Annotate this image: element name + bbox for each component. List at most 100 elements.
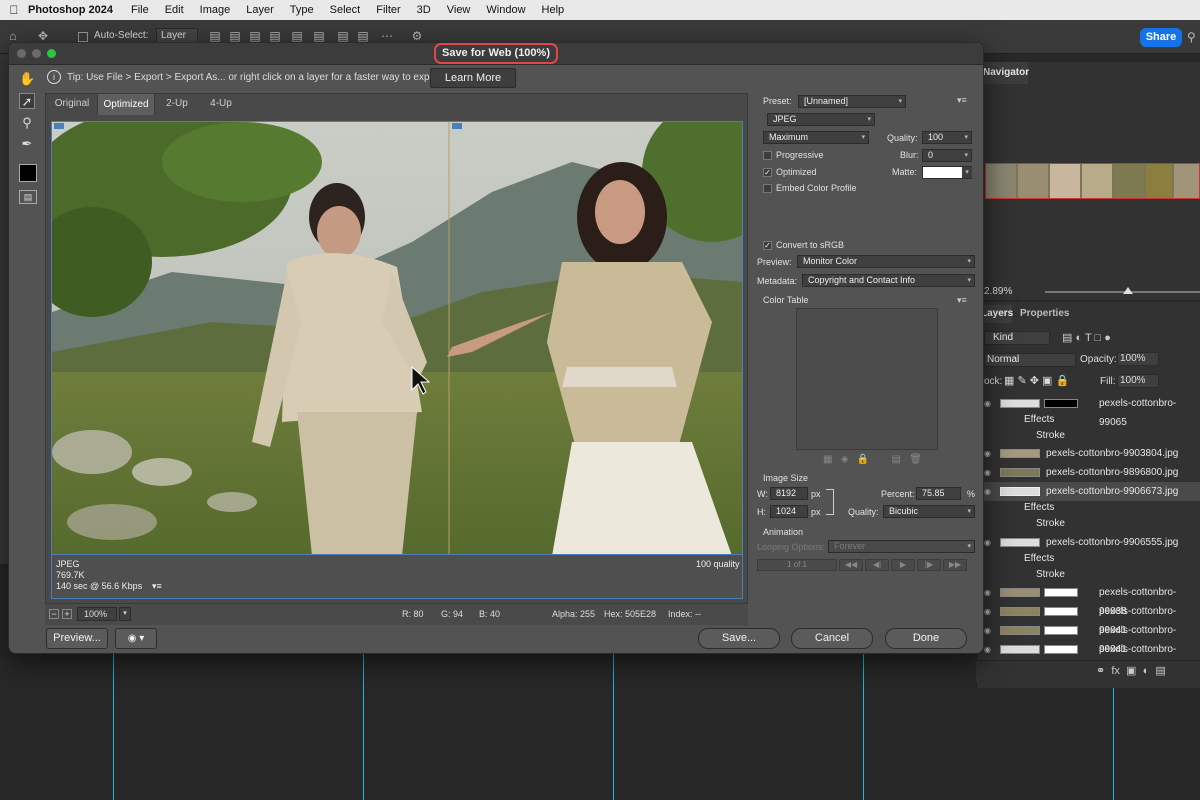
tab-4-up[interactable]: 4-Up bbox=[199, 93, 243, 115]
matte-color-select[interactable]: ▾ bbox=[922, 166, 972, 179]
apple-icon[interactable]:  bbox=[0, 3, 28, 17]
hand-tool-icon[interactable]: ✋ bbox=[19, 71, 35, 87]
fx-icon[interactable]: fx bbox=[1111, 665, 1120, 677]
optimized-image-preview[interactable] bbox=[51, 121, 743, 555]
move-tool-icon[interactable]: ✥ bbox=[36, 29, 50, 43]
layer-row[interactable]: ◉ pexels-cottonbro-9906555.jpg bbox=[984, 533, 1200, 552]
browser-preview-dropdown[interactable]: ◉ ▾ bbox=[115, 628, 157, 649]
align-top-icon[interactable]: ▤ bbox=[268, 29, 282, 43]
layer-row[interactable]: ◉ pexels-cottonbro-9896800.jpg bbox=[984, 463, 1200, 482]
navigator-thumbnail[interactable] bbox=[985, 163, 1200, 199]
zoom-dropdown-icon[interactable]: ▾ bbox=[119, 607, 131, 621]
next-frame-button[interactable]: |▶ bbox=[917, 559, 941, 571]
preview-button[interactable]: Preview... bbox=[46, 628, 108, 649]
menu-file[interactable]: File bbox=[131, 4, 149, 16]
gear-icon[interactable]: ⚙ bbox=[410, 29, 424, 43]
looping-options-select[interactable]: Forever ▾ bbox=[828, 540, 975, 553]
eyedropper-tool-icon[interactable]: ✒ bbox=[19, 136, 35, 152]
color-table-tools-icons[interactable]: ▦ ◈ 🔒 ▤ 🗑 bbox=[823, 454, 922, 465]
opacity-input[interactable]: 100% bbox=[1117, 352, 1159, 366]
eye-icon[interactable]: ◉ bbox=[984, 533, 991, 552]
adjustment-icon[interactable]: ◐ bbox=[1143, 665, 1150, 677]
convert-srgb-checkbox[interactable]: ✓ bbox=[763, 241, 772, 250]
align-right-icon[interactable]: ▤ bbox=[248, 29, 262, 43]
resample-quality-select[interactable]: Bicubic ▾ bbox=[883, 505, 975, 518]
metadata-select[interactable]: Copyright and Contact Info ▾ bbox=[802, 274, 975, 287]
eyedropper-color-swatch[interactable] bbox=[19, 164, 37, 182]
height-input[interactable]: 1024 bbox=[770, 505, 808, 518]
optimized-checkbox[interactable]: ✓ bbox=[763, 168, 772, 177]
eye-icon[interactable]: ◉ bbox=[984, 482, 991, 501]
minimize-window-button[interactable] bbox=[32, 49, 41, 58]
embed-color-profile-checkbox[interactable] bbox=[763, 184, 772, 193]
layer-row[interactable]: ◉ pexels-cottonbro-99038 bbox=[984, 583, 1200, 617]
auto-select-checkbox[interactable] bbox=[78, 32, 88, 42]
folder-icon[interactable]: ▤ bbox=[1155, 665, 1165, 677]
tab-optimized[interactable]: Optimized bbox=[97, 93, 155, 115]
layer-row[interactable]: ◉pexels-cottonbro-99041 bbox=[984, 602, 1200, 636]
align-left-icon[interactable]: ▤ bbox=[208, 29, 222, 43]
lock-icons[interactable]: ▦ ✎ ✥ ▣ 🔒 bbox=[1004, 374, 1069, 387]
first-frame-button[interactable]: ◀◀ bbox=[839, 559, 863, 571]
home-icon[interactable]: ⌂ bbox=[6, 29, 20, 43]
quality-input[interactable]: 100 ▾ bbox=[922, 131, 972, 144]
preset-select[interactable]: [Unnamed] ▾ bbox=[798, 95, 906, 108]
menu-view[interactable]: View bbox=[447, 4, 471, 16]
color-table-menu-icon[interactable]: ▾≡ bbox=[957, 295, 967, 306]
align-bottom-icon[interactable]: ▤ bbox=[312, 29, 326, 43]
tab-original[interactable]: Original bbox=[47, 93, 97, 115]
layer-filter-kind[interactable]: Kind bbox=[984, 331, 1050, 345]
width-input[interactable]: 8192 bbox=[770, 487, 808, 500]
menu-select[interactable]: Select bbox=[330, 4, 361, 16]
menu-3d[interactable]: 3D bbox=[417, 4, 431, 16]
menu-filter[interactable]: Filter bbox=[376, 4, 400, 16]
play-button[interactable]: ▶ bbox=[891, 559, 915, 571]
last-frame-button[interactable]: ▶▶ bbox=[943, 559, 967, 571]
eye-icon[interactable]: ◉ bbox=[984, 394, 991, 413]
menu-image[interactable]: Image bbox=[200, 4, 231, 16]
tab-2-up[interactable]: 2-Up bbox=[155, 93, 199, 115]
prev-frame-button[interactable]: ◀| bbox=[865, 559, 889, 571]
progressive-checkbox[interactable] bbox=[763, 151, 772, 160]
learn-more-button[interactable]: Learn More bbox=[430, 68, 516, 88]
link-icon[interactable]: ⚭ bbox=[1096, 665, 1105, 677]
zoom-tool-icon[interactable]: ⚲ bbox=[19, 115, 35, 131]
toggle-slices-icon[interactable]: ▤ bbox=[19, 190, 37, 204]
layer-row[interactable]: ◉pexels-cottonbro-99041 bbox=[984, 640, 1200, 674]
constrain-proportions-link-icon[interactable] bbox=[826, 489, 834, 515]
color-table[interactable] bbox=[796, 308, 938, 450]
zoom-window-button[interactable] bbox=[47, 49, 56, 58]
eye-icon[interactable]: ◉ bbox=[984, 602, 991, 621]
slice-select-tool-icon[interactable]: ➚ bbox=[19, 93, 35, 109]
eye-icon[interactable]: ◉ bbox=[984, 444, 991, 463]
save-button[interactable]: Save... bbox=[698, 628, 780, 649]
search-icon[interactable]: ⚲ bbox=[1187, 30, 1196, 44]
navigator-zoom[interactable]: 2.89% bbox=[984, 286, 1012, 297]
eye-icon[interactable]: ◉ bbox=[984, 621, 991, 640]
menu-type[interactable]: Type bbox=[290, 4, 314, 16]
layer-row[interactable]: ◉ pexels-cottonbro-9903804.jpg bbox=[984, 444, 1200, 463]
mask-icon[interactable]: ▣ bbox=[1126, 665, 1136, 677]
zoom-level-input[interactable]: 100% bbox=[77, 607, 117, 621]
more-icon[interactable]: ⋯ bbox=[380, 29, 394, 43]
align-center-icon[interactable]: ▤ bbox=[228, 29, 242, 43]
blur-input[interactable]: 0 ▾ bbox=[922, 149, 972, 162]
eye-icon[interactable]: ◉ bbox=[984, 640, 991, 659]
compression-select[interactable]: Maximum ▾ bbox=[763, 131, 869, 144]
menu-layer[interactable]: Layer bbox=[246, 4, 274, 16]
cancel-button[interactable]: Cancel bbox=[791, 628, 873, 649]
layer-row[interactable]: ◉pexels-cottonbro-99041 bbox=[984, 621, 1200, 655]
download-rate-menu-icon[interactable]: ▾≡ bbox=[152, 581, 162, 592]
fill-input[interactable]: 100% bbox=[1117, 374, 1159, 388]
format-select[interactable]: JPEG ▾ bbox=[767, 113, 875, 126]
slider-handle[interactable] bbox=[1123, 287, 1133, 294]
zoom-out-button[interactable]: − bbox=[49, 609, 59, 619]
menu-edit[interactable]: Edit bbox=[165, 4, 184, 16]
filter-icons[interactable]: ▤ ◐ T □ ● bbox=[1062, 331, 1111, 344]
eye-icon[interactable]: ◉ bbox=[984, 583, 991, 602]
distribute-2-icon[interactable]: ▤ bbox=[356, 29, 370, 43]
share-button[interactable]: Share bbox=[1140, 28, 1182, 47]
menu-help[interactable]: Help bbox=[542, 4, 565, 16]
layer-row[interactable]: ◉ pexels-cottonbro-99065 bbox=[984, 394, 1200, 428]
align-middle-icon[interactable]: ▤ bbox=[290, 29, 304, 43]
